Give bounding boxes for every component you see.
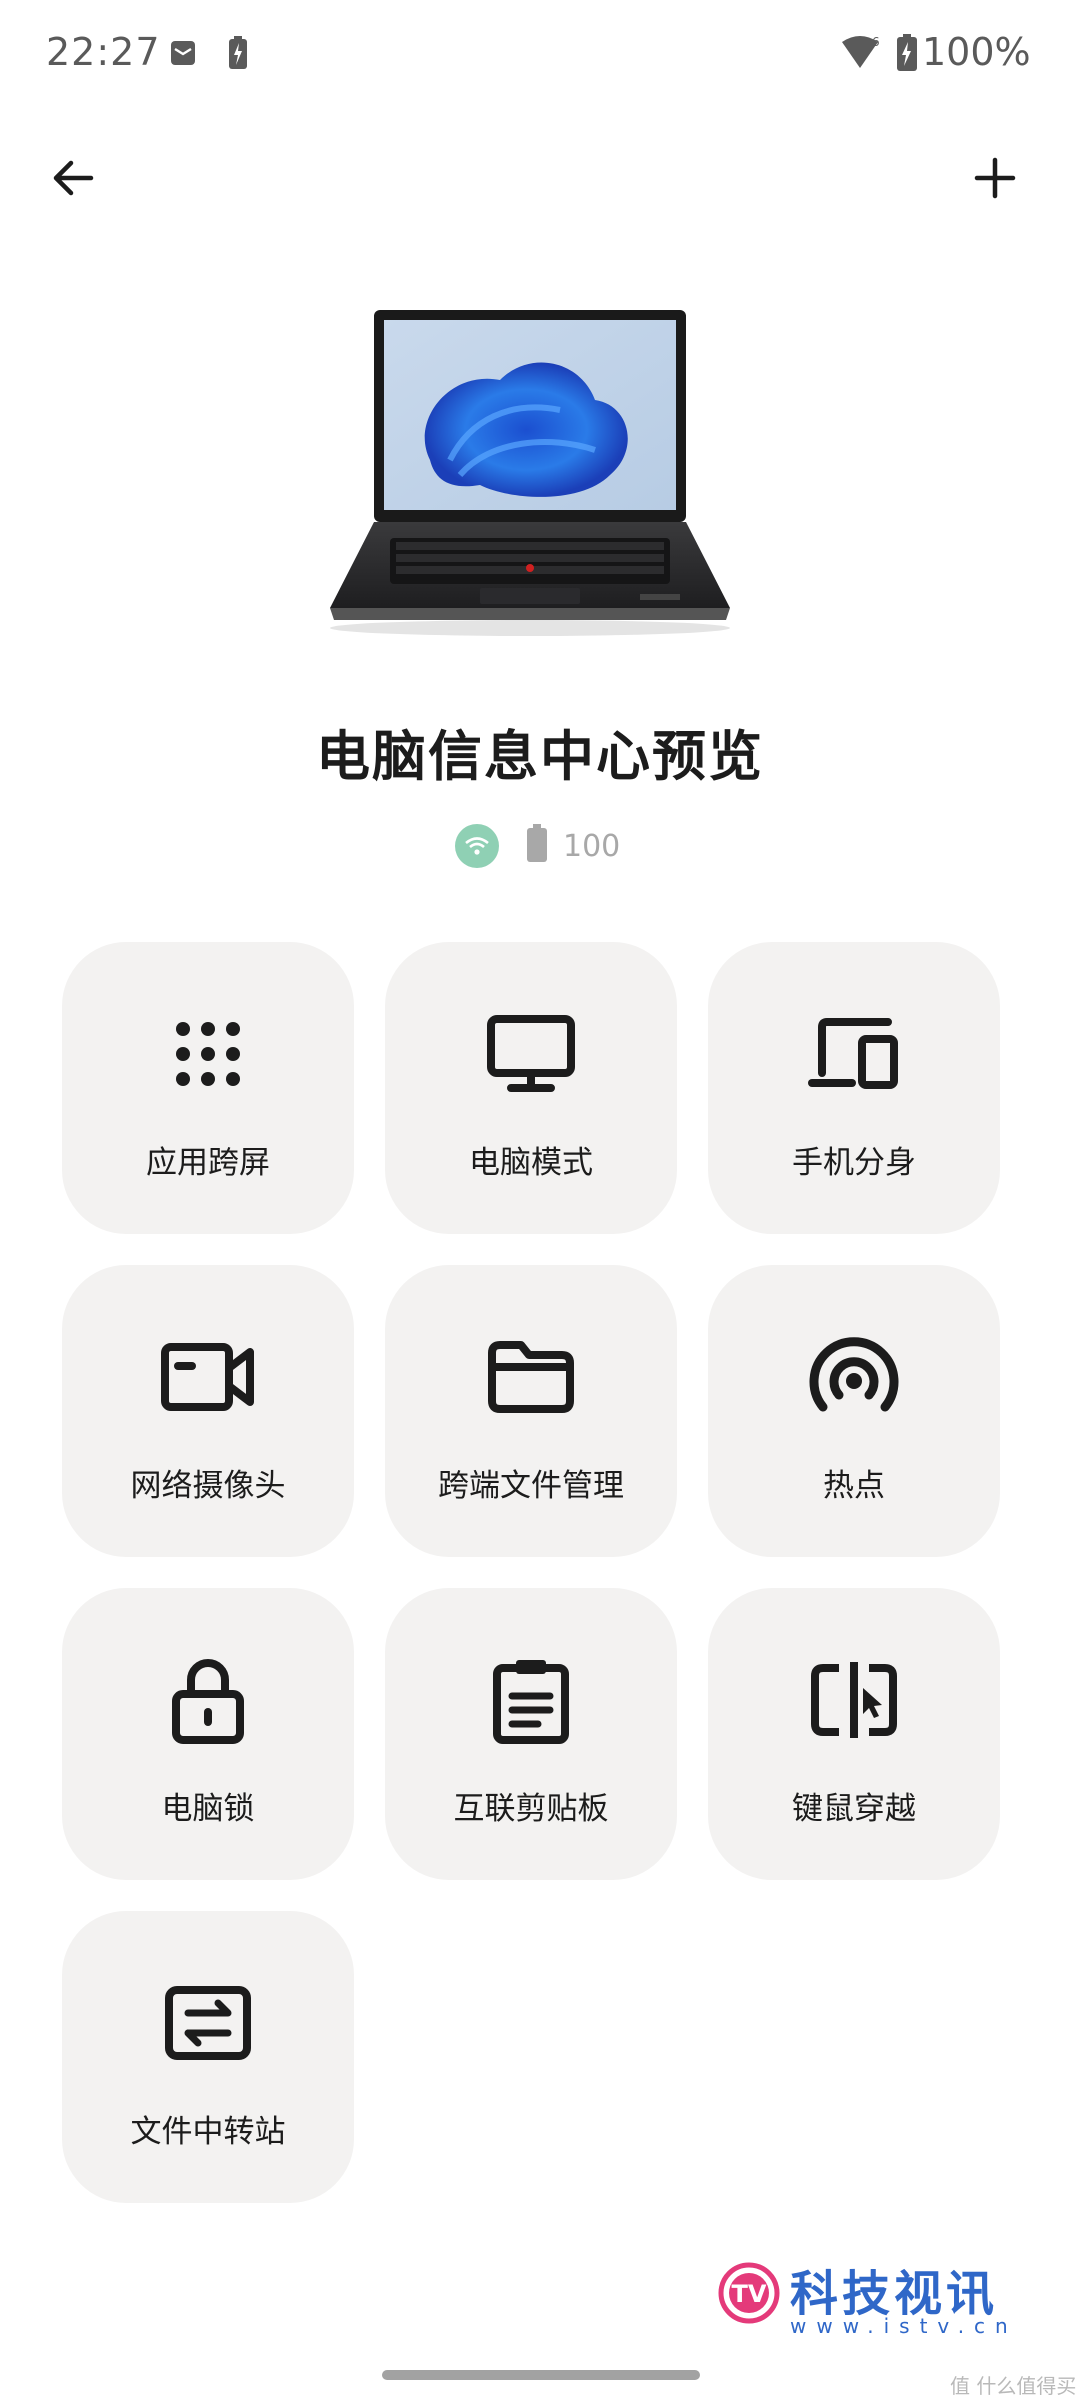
back-arrow-icon bbox=[49, 154, 97, 206]
plus-icon bbox=[973, 156, 1017, 204]
wifi-signal-icon: 6 bbox=[840, 34, 884, 74]
charging-icon bbox=[228, 36, 248, 74]
devices-icon bbox=[804, 1004, 904, 1104]
feature-label: 电脑锁 bbox=[161, 1791, 255, 1827]
device-battery-icon bbox=[525, 824, 549, 868]
watermark-url: www.istv.cn bbox=[790, 2314, 1018, 2338]
device-title: 电脑信息中心预览 bbox=[316, 725, 764, 788]
feature-tile-hotspot[interactable]: 热点 bbox=[708, 1265, 1000, 1557]
feature-tile-app-cross-screen[interactable]: 应用跨屏 bbox=[62, 942, 354, 1234]
watermark-logo: TV bbox=[718, 2262, 780, 2324]
feature-label: 热点 bbox=[823, 1468, 885, 1504]
home-indicator[interactable] bbox=[382, 2370, 700, 2380]
back-button[interactable] bbox=[28, 135, 118, 225]
feature-label: 键鼠穿越 bbox=[792, 1791, 916, 1827]
lock-icon bbox=[158, 1650, 258, 1750]
feature-label: 跨端文件管理 bbox=[438, 1468, 624, 1504]
battery-percent: 100% bbox=[922, 30, 1031, 74]
status-bar: 22:27 6 100% bbox=[0, 0, 1080, 110]
clipboard-icon bbox=[481, 1650, 581, 1750]
feature-tile-phone-clone[interactable]: 手机分身 bbox=[708, 942, 1000, 1234]
feature-label: 应用跨屏 bbox=[146, 1145, 270, 1181]
file-transfer-icon bbox=[158, 1973, 258, 2073]
wifi-status-icon bbox=[455, 824, 499, 868]
app-grid-icon bbox=[158, 1004, 258, 1104]
feature-tile-file-manager[interactable]: 跨端文件管理 bbox=[385, 1265, 677, 1557]
hotspot-icon bbox=[804, 1327, 904, 1427]
feature-tile-pc-lock[interactable]: 电脑锁 bbox=[62, 1588, 354, 1880]
mouse-cross-icon bbox=[804, 1650, 904, 1750]
screen: 22:27 6 100% 电脑信息中心预览 100 应用跨屏 电脑模式 手机分身… bbox=[0, 0, 1080, 2401]
feature-tile-webcam[interactable]: 网络摄像头 bbox=[62, 1265, 354, 1557]
monitor-icon bbox=[481, 1004, 581, 1104]
signal-badge: 6 bbox=[872, 35, 880, 49]
mail-icon bbox=[170, 40, 196, 70]
folder-icon bbox=[481, 1327, 581, 1427]
feature-tile-clipboard[interactable]: 互联剪贴板 bbox=[385, 1588, 677, 1880]
feature-label: 互联剪贴板 bbox=[453, 1791, 609, 1827]
laptop-image bbox=[330, 310, 750, 650]
feature-label: 文件中转站 bbox=[130, 2114, 286, 2150]
feature-label: 网络摄像头 bbox=[130, 1468, 286, 1504]
device-battery-level: 100 bbox=[563, 828, 621, 864]
status-time: 22:27 bbox=[46, 30, 161, 74]
feature-tile-file-transfer[interactable]: 文件中转站 bbox=[62, 1911, 354, 2203]
feature-tile-keyboard-mouse[interactable]: 键鼠穿越 bbox=[708, 1588, 1000, 1880]
feature-label: 电脑模式 bbox=[469, 1145, 593, 1181]
add-button[interactable] bbox=[950, 135, 1040, 225]
battery-icon bbox=[896, 34, 918, 76]
device-status: 100 bbox=[455, 818, 620, 874]
svg-text:TV: TV bbox=[732, 2280, 767, 2308]
feature-label: 手机分身 bbox=[792, 1145, 916, 1181]
watermark-corner-text: 值 什么值得买 bbox=[950, 2374, 1077, 2398]
feature-tile-pc-mode[interactable]: 电脑模式 bbox=[385, 942, 677, 1234]
video-camera-icon bbox=[158, 1327, 258, 1427]
